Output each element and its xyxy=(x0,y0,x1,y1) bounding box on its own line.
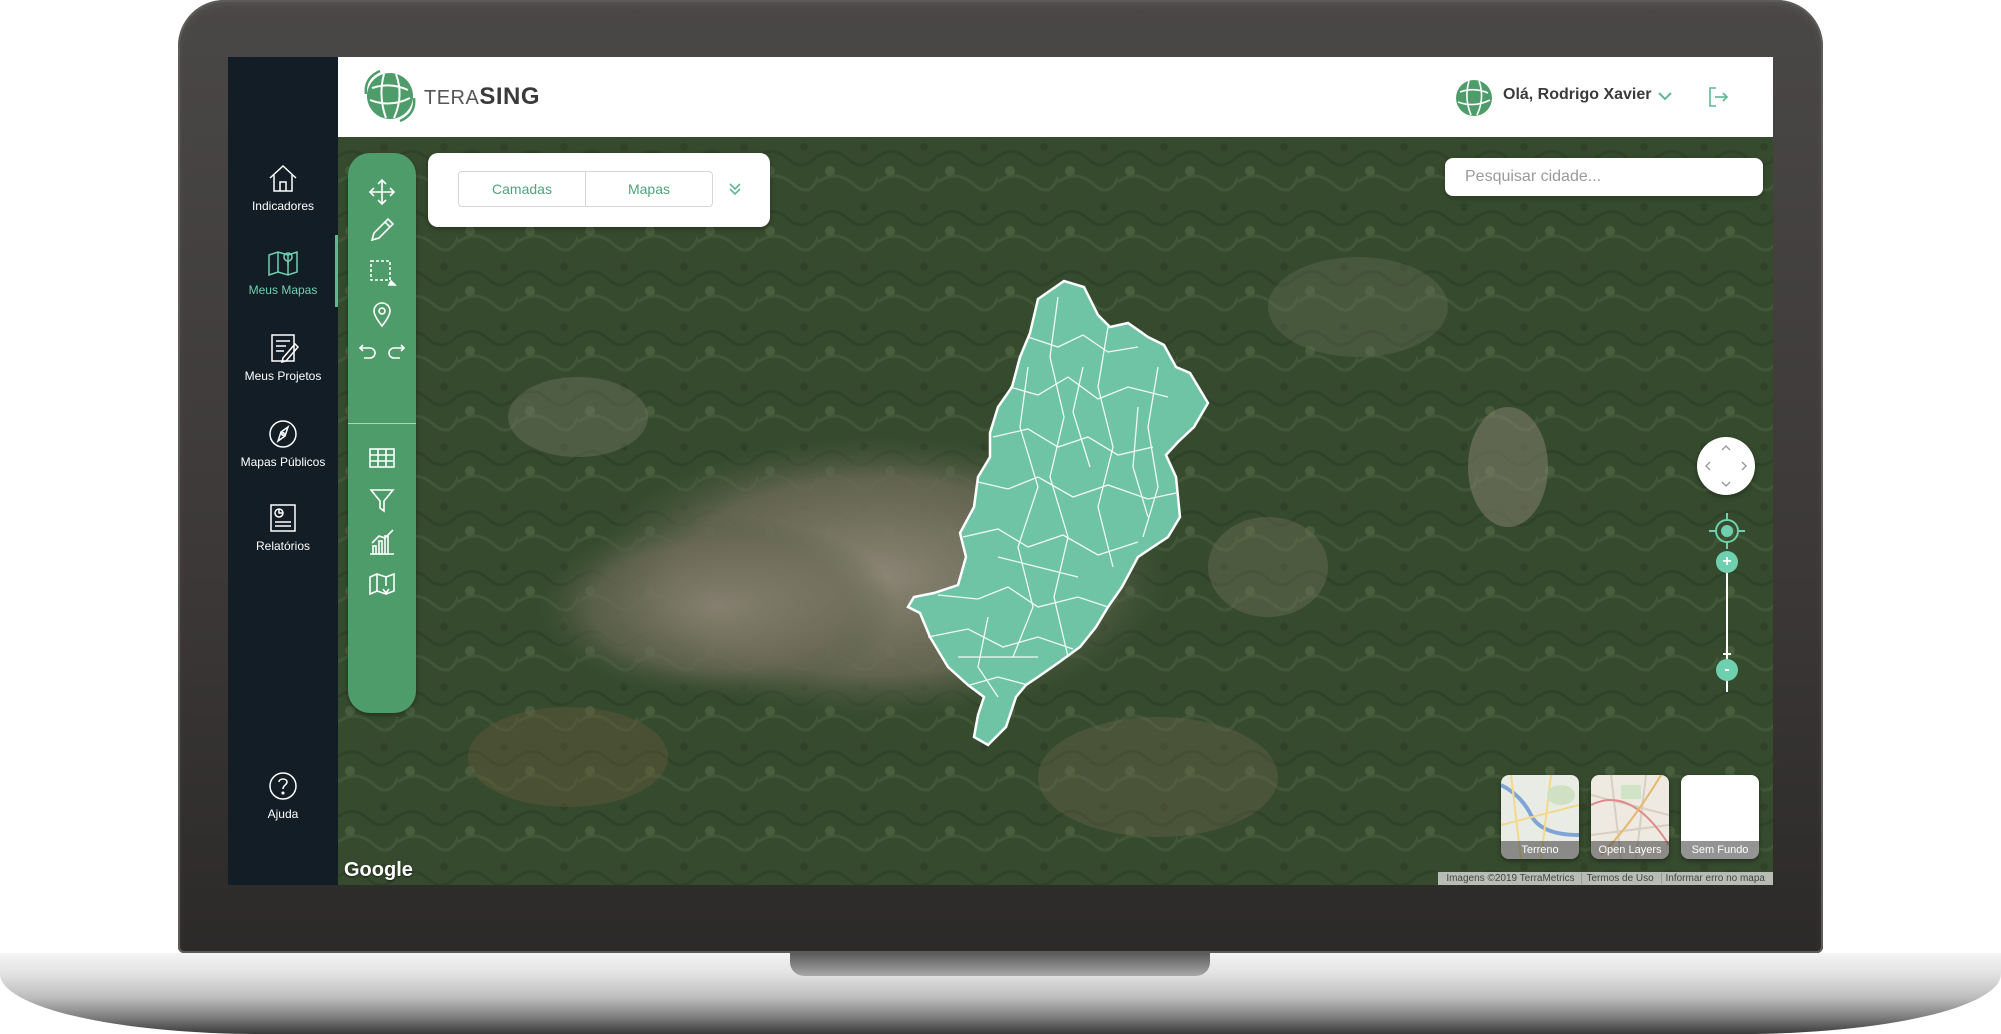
google-logo: Google xyxy=(344,859,413,881)
imagery-credit: Imagens ©2019 TerraMetrics xyxy=(1446,873,1575,884)
locate-me-icon[interactable] xyxy=(1707,511,1747,551)
satellite-imagery xyxy=(338,137,1773,885)
help-icon xyxy=(269,772,297,800)
zoom-out-button[interactable]: - xyxy=(1716,659,1738,681)
chevron-left-icon[interactable] xyxy=(1701,459,1715,473)
pan-control xyxy=(1697,437,1755,495)
laptop-notch xyxy=(790,953,1210,976)
sidebar-item-label: Meus Mapas xyxy=(248,283,318,297)
chevron-right-icon[interactable] xyxy=(1737,459,1751,473)
basemap-label: Open Layers xyxy=(1591,841,1669,859)
basemap-sem-fundo[interactable]: Sem Fundo xyxy=(1681,775,1759,859)
avatar[interactable] xyxy=(1454,76,1494,120)
zoom-slider-tick xyxy=(1723,653,1731,655)
chevron-down-icon[interactable] xyxy=(1656,87,1674,105)
top-header: TERASING Olá, Rodrigo Xavier xyxy=(338,57,1773,137)
map-view[interactable]: Camadas Mapas + - xyxy=(338,137,1773,885)
sidebar-item-label: Indicadores xyxy=(251,199,315,213)
filter-icon[interactable] xyxy=(367,485,397,515)
table-icon[interactable] xyxy=(367,443,397,473)
tab-camadas[interactable]: Camadas xyxy=(458,171,586,207)
basemap-label: Terreno xyxy=(1501,841,1579,859)
logo-prefix: TERA xyxy=(424,87,480,109)
chevron-up-icon[interactable] xyxy=(1719,441,1733,455)
app-logo: TERASING xyxy=(424,83,540,111)
project-edit-icon xyxy=(271,334,300,364)
sidebar-item-ajuda[interactable]: Ajuda xyxy=(228,769,338,821)
logo-suffix: SING xyxy=(479,83,541,110)
compass-icon xyxy=(269,420,297,448)
move-icon[interactable] xyxy=(367,177,397,207)
terms-link[interactable]: Termos de Uso xyxy=(1581,873,1658,884)
double-chevron-down-icon[interactable] xyxy=(726,180,744,198)
map-download-icon[interactable] xyxy=(367,569,397,599)
tool-panel xyxy=(348,153,416,713)
sidebar-item-meus-projetos[interactable]: Meus Projetos xyxy=(228,331,338,383)
user-greeting[interactable]: Olá, Rodrigo Xavier xyxy=(1503,86,1651,104)
basemap-open-layers[interactable]: Open Layers xyxy=(1591,775,1669,859)
sidebar-item-meus-mapas[interactable]: Meus Mapas xyxy=(228,235,338,307)
zoom-in-button[interactable]: + xyxy=(1716,551,1738,573)
sidebar-item-label: Meus Projetos xyxy=(244,369,322,383)
redo-icon[interactable] xyxy=(386,337,410,367)
map-pin-icon xyxy=(268,250,298,277)
location-pin-icon[interactable] xyxy=(367,299,397,329)
undo-icon[interactable] xyxy=(354,337,378,367)
select-rectangle-icon[interactable] xyxy=(367,257,397,287)
chevron-down-icon[interactable] xyxy=(1719,477,1733,491)
sidebar-item-label: Ajuda xyxy=(267,807,299,821)
laptop-screen: Indicadores Meus Mapas Meus Projetos Map… xyxy=(228,57,1773,885)
tool-divider xyxy=(348,423,416,424)
sidebar-item-relatorios[interactable]: Relatórios xyxy=(228,501,338,553)
report-icon xyxy=(270,504,296,532)
globe-logo-icon xyxy=(364,69,416,123)
basemap-label: Sem Fundo xyxy=(1681,841,1759,859)
logout-icon[interactable] xyxy=(1706,85,1730,109)
sidebar-item-label: Relatórios xyxy=(255,539,311,553)
sidebar-item-indicadores[interactable]: Indicadores xyxy=(228,161,338,213)
sidebar-item-label: Mapas Públicos xyxy=(240,455,326,469)
sidebar-item-mapas-publicos[interactable]: Mapas Públicos xyxy=(228,417,338,469)
report-error-link[interactable]: Informar erro no mapa xyxy=(1660,873,1769,884)
pencil-icon[interactable] xyxy=(367,215,397,245)
home-icon xyxy=(269,164,297,192)
tab-mapas[interactable]: Mapas xyxy=(585,171,713,207)
sidebar-nav: Indicadores Meus Mapas Meus Projetos Map… xyxy=(228,57,338,885)
map-attribution: Imagens ©2019 TerraMetrics Termos de Uso… xyxy=(1438,872,1773,885)
bar-chart-icon[interactable] xyxy=(367,527,397,557)
basemap-terreno[interactable]: Terreno xyxy=(1501,775,1579,859)
city-search-input[interactable] xyxy=(1445,158,1763,196)
layer-tabs-panel: Camadas Mapas xyxy=(428,153,770,227)
